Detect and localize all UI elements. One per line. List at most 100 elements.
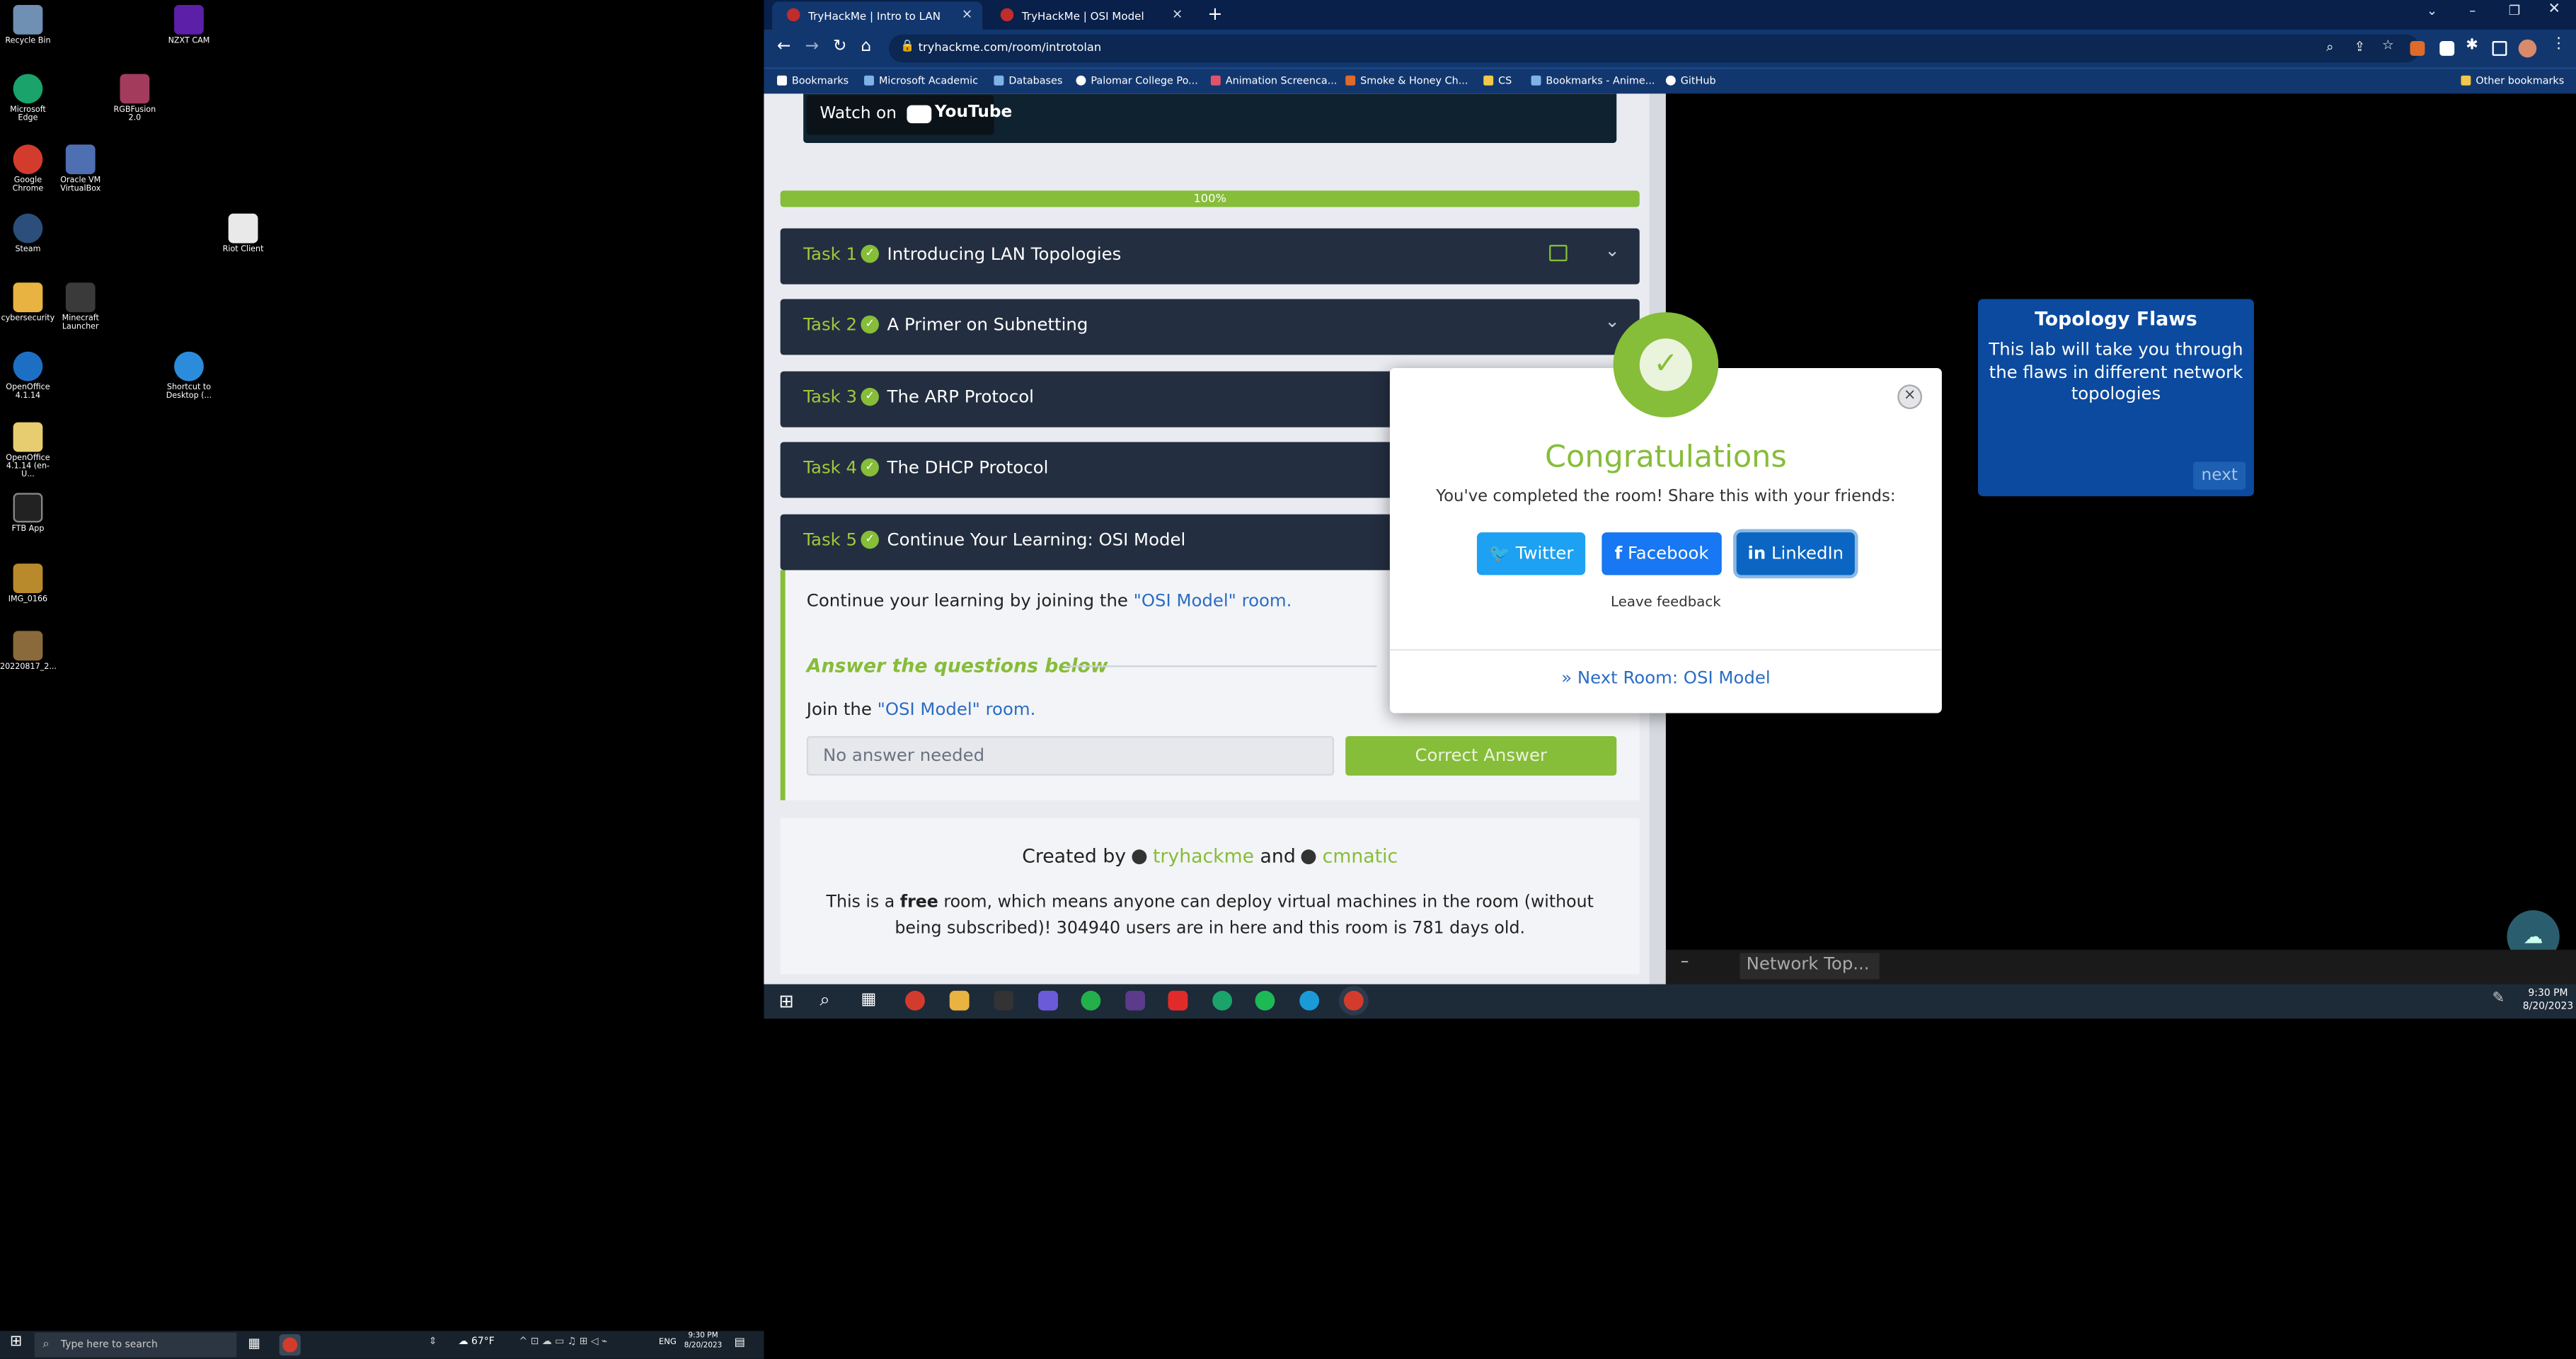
- tab-search-icon[interactable]: ⌄: [2427, 4, 2438, 18]
- close-icon[interactable]: ×: [1897, 384, 1923, 410]
- minimize-icon[interactable]: –: [2469, 4, 2476, 18]
- linkedin-share-button[interactable]: in LinkedIn: [1736, 532, 1855, 575]
- tryhackme-favicon-icon: [1000, 8, 1014, 22]
- alexa-icon[interactable]: [1299, 990, 1320, 1011]
- minimize-icon[interactable]: –: [1681, 953, 1689, 971]
- youtube-icon[interactable]: [1168, 990, 1188, 1011]
- restore-icon[interactable]: ❐: [2509, 4, 2521, 18]
- language-indicator[interactable]: ENG: [659, 1338, 677, 1348]
- recycle-bin-icon[interactable]: Recycle Bin: [0, 4, 56, 46]
- scroll-icon[interactable]: ⇕: [429, 1336, 437, 1347]
- image-icon[interactable]: 20220817_2...: [0, 631, 57, 672]
- virtualbox-icon[interactable]: Oracle VM VirtualBox: [52, 144, 108, 194]
- twitter-share-button[interactable]: 🐦 Twitter: [1476, 532, 1586, 575]
- edge-icon[interactable]: [1212, 990, 1233, 1011]
- onedrive-icon[interactable]: Shortcut to Desktop (...: [161, 351, 217, 401]
- osi-model-link[interactable]: "OSI Model" room.: [1134, 592, 1292, 612]
- openoffice-icon[interactable]: OpenOffice 4.1.14: [0, 351, 56, 401]
- minecraft-icon[interactable]: Minecraft Launcher: [52, 282, 108, 332]
- file-icon[interactable]: Riot Client: [215, 213, 271, 255]
- bookmark-other[interactable]: Other bookmarks: [2461, 75, 2564, 87]
- bookmark-cs[interactable]: CS: [1483, 75, 1512, 87]
- home-icon[interactable]: ⌂: [861, 38, 871, 56]
- folder-icon[interactable]: cybersecurity: [0, 282, 56, 323]
- author-tryhackme-link[interactable]: tryhackme: [1153, 844, 1254, 867]
- clock[interactable]: 9:30 PM 8/20/2023: [2522, 987, 2574, 1014]
- chevron-down-icon[interactable]: ⌄: [1605, 311, 1620, 332]
- heart-icon: [1210, 75, 1221, 86]
- bookmark-animation[interactable]: Animation Screenca...: [1210, 75, 1337, 87]
- bookmark-anime[interactable]: Bookmarks - Anime...: [1531, 75, 1655, 87]
- bookmark-palomar[interactable]: Palomar College Po...: [1076, 75, 1198, 87]
- puzzle-icon[interactable]: ✱: [2466, 38, 2478, 54]
- extension-icon[interactable]: [2410, 41, 2425, 56]
- folder-icon[interactable]: OpenOffice 4.1.14 (en-U...: [0, 422, 56, 480]
- app-icon[interactable]: [1125, 990, 1146, 1011]
- bookmark-bookmarks[interactable]: Bookmarks: [777, 75, 849, 87]
- share-icon[interactable]: ⇪: [2354, 40, 2366, 55]
- close-icon[interactable]: ×: [1172, 6, 1183, 21]
- task-view-icon[interactable]: ▦: [861, 991, 876, 1009]
- weather[interactable]: ☁ 67°F: [459, 1336, 495, 1347]
- app-icon[interactable]: [1038, 990, 1058, 1011]
- calendar-icon[interactable]: [1549, 244, 1568, 262]
- image-icon[interactable]: IMG_0166: [0, 563, 56, 604]
- rgbfusion-icon[interactable]: RGBFusion 2.0: [107, 74, 163, 123]
- menu-icon[interactable]: ⋮: [2551, 36, 2566, 52]
- nzxt-cam-icon[interactable]: NZXT CAM: [161, 4, 217, 46]
- watch-on-youtube[interactable]: Watch on YouTube: [806, 95, 1012, 135]
- app-icon[interactable]: [994, 990, 1014, 1011]
- line-icon[interactable]: [1081, 990, 1101, 1011]
- avatar[interactable]: [2518, 39, 2537, 58]
- new-tab-icon[interactable]: +: [1207, 4, 1222, 25]
- search-icon[interactable]: ⌕: [820, 989, 829, 1011]
- windows-start-icon[interactable]: ⊞: [778, 991, 793, 1012]
- bookmark-github[interactable]: GitHub: [1665, 75, 1716, 87]
- author-cmnatic-link[interactable]: cmnatic: [1323, 844, 1398, 867]
- answer-input[interactable]: No answer needed: [806, 735, 1334, 776]
- windows-start-icon[interactable]: ⊞: [10, 1334, 23, 1351]
- bookmark-databases[interactable]: Databases: [994, 75, 1062, 87]
- reload-icon[interactable]: ↻: [833, 38, 846, 56]
- window-close-icon[interactable]: ✕: [2548, 1, 2560, 18]
- pen-icon[interactable]: ✎: [2492, 991, 2505, 1007]
- extension-icon[interactable]: [2439, 41, 2455, 56]
- clock[interactable]: 9:30 PM 8/20/2023: [684, 1333, 723, 1353]
- network-topology-tab[interactable]: Network Top...: [1740, 953, 1880, 980]
- sidepanel-icon[interactable]: [2492, 41, 2507, 56]
- join-osi-link[interactable]: "OSI Model" room.: [878, 700, 1036, 720]
- task-1-header[interactable]: Task 1 ✓ Introducing LAN Topologies ⌄: [780, 228, 1640, 285]
- zoom-icon[interactable]: ⌕: [2326, 40, 2333, 56]
- next-room-link[interactable]: » Next Room: OSI Model: [1390, 669, 1942, 689]
- notification-icon[interactable]: ▤: [735, 1336, 745, 1349]
- edge-icon[interactable]: Microsoft Edge: [0, 74, 56, 123]
- task-2-header[interactable]: Task 2 ✓ A Primer on Subnetting ⌄: [780, 299, 1640, 355]
- task-view-icon[interactable]: ▦: [248, 1336, 261, 1351]
- leave-feedback-link[interactable]: Leave feedback: [1390, 595, 1942, 611]
- chrome-icon[interactable]: [1343, 990, 1364, 1011]
- ftb-app-icon[interactable]: FTB App: [0, 493, 56, 534]
- tab-intro-to-lan[interactable]: TryHackMe | Intro to LAN ×: [772, 1, 983, 30]
- forward-icon[interactable]: →: [805, 38, 818, 56]
- tab-osi-model[interactable]: TryHackMe | OSI Model ×: [986, 1, 1192, 29]
- file-explorer-icon[interactable]: [949, 990, 970, 1011]
- chrome-taskbar-button[interactable]: [279, 1334, 301, 1356]
- search-input[interactable]: ⌕ Type here to search: [34, 1332, 237, 1358]
- double-chevron-icon: »: [1561, 668, 1572, 689]
- next-button[interactable]: next: [2193, 461, 2246, 490]
- back-icon[interactable]: ←: [777, 38, 790, 56]
- steam-icon[interactable]: Steam: [0, 213, 56, 255]
- chrome-icon[interactable]: [905, 990, 925, 1011]
- spotify-icon[interactable]: [1255, 990, 1275, 1011]
- bookmark-smoke-honey[interactable]: Smoke & Honey Ch...: [1345, 75, 1468, 87]
- close-icon[interactable]: ×: [962, 6, 973, 21]
- address-bar[interactable]: 🔒 tryhackme.com/room/introtolan ⌕ ⇪ ☆: [888, 34, 2420, 63]
- video-embed[interactable]: Watch on YouTube: [803, 93, 1617, 143]
- bookmark-microsoft-academic[interactable]: Microsoft Academic: [864, 75, 978, 87]
- star-icon[interactable]: ☆: [2382, 38, 2394, 52]
- chevron-down-icon[interactable]: ⌄: [1605, 240, 1620, 261]
- correct-answer-button[interactable]: Correct Answer: [1345, 735, 1617, 776]
- chrome-icon[interactable]: Google Chrome: [0, 144, 56, 194]
- facebook-share-button[interactable]: f Facebook: [1602, 532, 1722, 575]
- tray-icons[interactable]: ^ ⊡ ☁ ▭ ♫ ⊞ ◁ ⌁: [519, 1336, 608, 1347]
